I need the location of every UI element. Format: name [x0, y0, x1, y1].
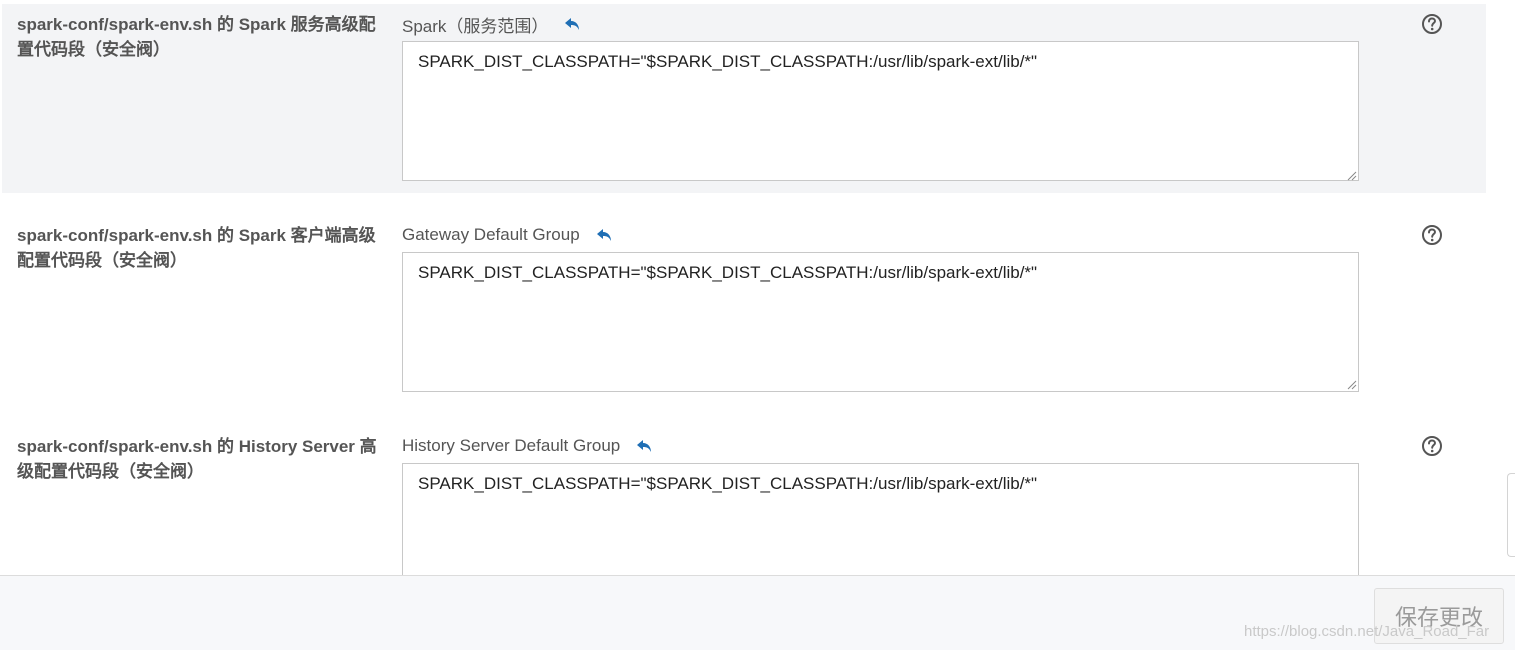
scope-name: Spark（服务范围）: [402, 16, 549, 36]
setting-label: spark-conf/spark-env.sh 的 Spark 客户端高级配置代…: [17, 226, 376, 270]
undo-arrow-icon[interactable]: [564, 16, 582, 32]
undo-arrow-icon[interactable]: [636, 438, 654, 454]
question-circle-icon[interactable]: [1421, 435, 1443, 457]
config-snippet-textarea[interactable]: SPARK_DIST_CLASSPATH="$SPARK_DIST_CLASSP…: [402, 41, 1359, 181]
scope-name: Gateway Default Group: [402, 225, 580, 244]
setting-label: spark-conf/spark-env.sh 的 History Server…: [17, 437, 377, 481]
resize-handle-icon[interactable]: [1347, 171, 1357, 181]
scope-name: History Server Default Group: [402, 436, 621, 455]
config-snippet-textarea[interactable]: SPARK_DIST_CLASSPATH="$SPARK_DIST_CLASSP…: [402, 463, 1359, 576]
undo-arrow-icon[interactable]: [596, 227, 614, 243]
scope-line: History Server Default Group: [402, 434, 654, 458]
config-snippet-textarea[interactable]: SPARK_DIST_CLASSPATH="$SPARK_DIST_CLASSP…: [402, 252, 1359, 392]
scope-line: Spark（服务范围）: [402, 12, 582, 36]
scope-line: Gateway Default Group: [402, 223, 614, 247]
footer-bar: 保存更改 https://blog.csdn.net/Java_Road_Far: [0, 575, 1515, 650]
configuration-page: spark-conf/spark-env.sh 的 Spark 服务高级配置代码…: [0, 0, 1515, 650]
question-circle-icon[interactable]: [1421, 13, 1443, 35]
setting-row-spark-client: spark-conf/spark-env.sh 的 Spark 客户端高级配置代…: [2, 215, 1486, 405]
side-panel-tab[interactable]: [1507, 473, 1515, 557]
resize-handle-icon[interactable]: [1347, 380, 1357, 390]
setting-label: spark-conf/spark-env.sh 的 Spark 服务高级配置代码…: [17, 15, 376, 59]
setting-row-history-server: spark-conf/spark-env.sh 的 History Server…: [2, 426, 1486, 576]
setting-row-spark-service: spark-conf/spark-env.sh 的 Spark 服务高级配置代码…: [2, 4, 1486, 193]
question-circle-icon[interactable]: [1421, 224, 1443, 246]
watermark-text: https://blog.csdn.net/Java_Road_Far: [1244, 623, 1490, 640]
